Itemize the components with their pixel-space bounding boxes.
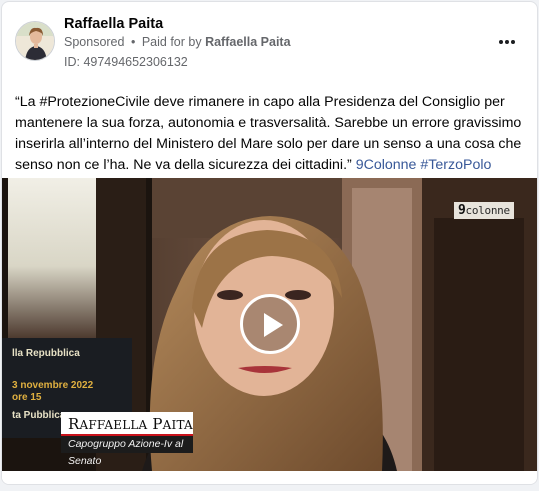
page-name-link[interactable]: Raffaella Paita [64, 16, 163, 32]
channel-watermark: 9colonne [454, 202, 514, 219]
watermark-digit: 9 [458, 203, 466, 218]
tag-link-9colonne[interactable]: 9Colonne [356, 157, 417, 173]
more-options-icon[interactable] [495, 32, 519, 52]
tag-link-terzopolo[interactable]: #TerzoPolo [420, 157, 491, 173]
avatar[interactable] [15, 21, 55, 61]
meta-separator: • [130, 35, 136, 49]
screen-text-line: lla Repubblica [12, 348, 80, 359]
post-text: “La #ProtezioneCivile deve rimanere in c… [15, 92, 527, 176]
watermark-text: colonne [465, 204, 511, 217]
video-player[interactable]: lla Repubblica 3 novembre 2022 ore 15 ta… [2, 178, 537, 471]
play-icon [264, 313, 283, 337]
post-header: Raffaella Paita Sponsored • Paid for by … [2, 2, 537, 82]
card-footer-space [2, 471, 537, 484]
screen-text-line: ta Pubblica [12, 410, 66, 421]
ad-post-card: Raffaella Paita Sponsored • Paid for by … [1, 1, 538, 485]
lower-third: RAFFAELLA PAITA Capogruppo Azione-Iv al … [61, 412, 193, 467]
screen-text-line: 3 novembre 2022 [12, 380, 94, 391]
play-button[interactable] [240, 294, 300, 354]
paid-for-prefix: Paid for by [141, 35, 202, 49]
screen-text-line: ore 15 [12, 392, 42, 403]
lower-third-role: Capogruppo Azione-Iv al Senato [61, 436, 193, 467]
sponsored-label: Sponsored [64, 35, 125, 49]
avatar-photo [16, 22, 54, 60]
ad-id: ID: 497494652306132 [64, 55, 188, 69]
lower-third-name: RAFFAELLA PAITA [61, 412, 193, 436]
sponsored-line: Sponsored • Paid for by Raffaella Paita [64, 35, 291, 49]
paid-for-by-name: Raffaella Paita [205, 35, 291, 49]
